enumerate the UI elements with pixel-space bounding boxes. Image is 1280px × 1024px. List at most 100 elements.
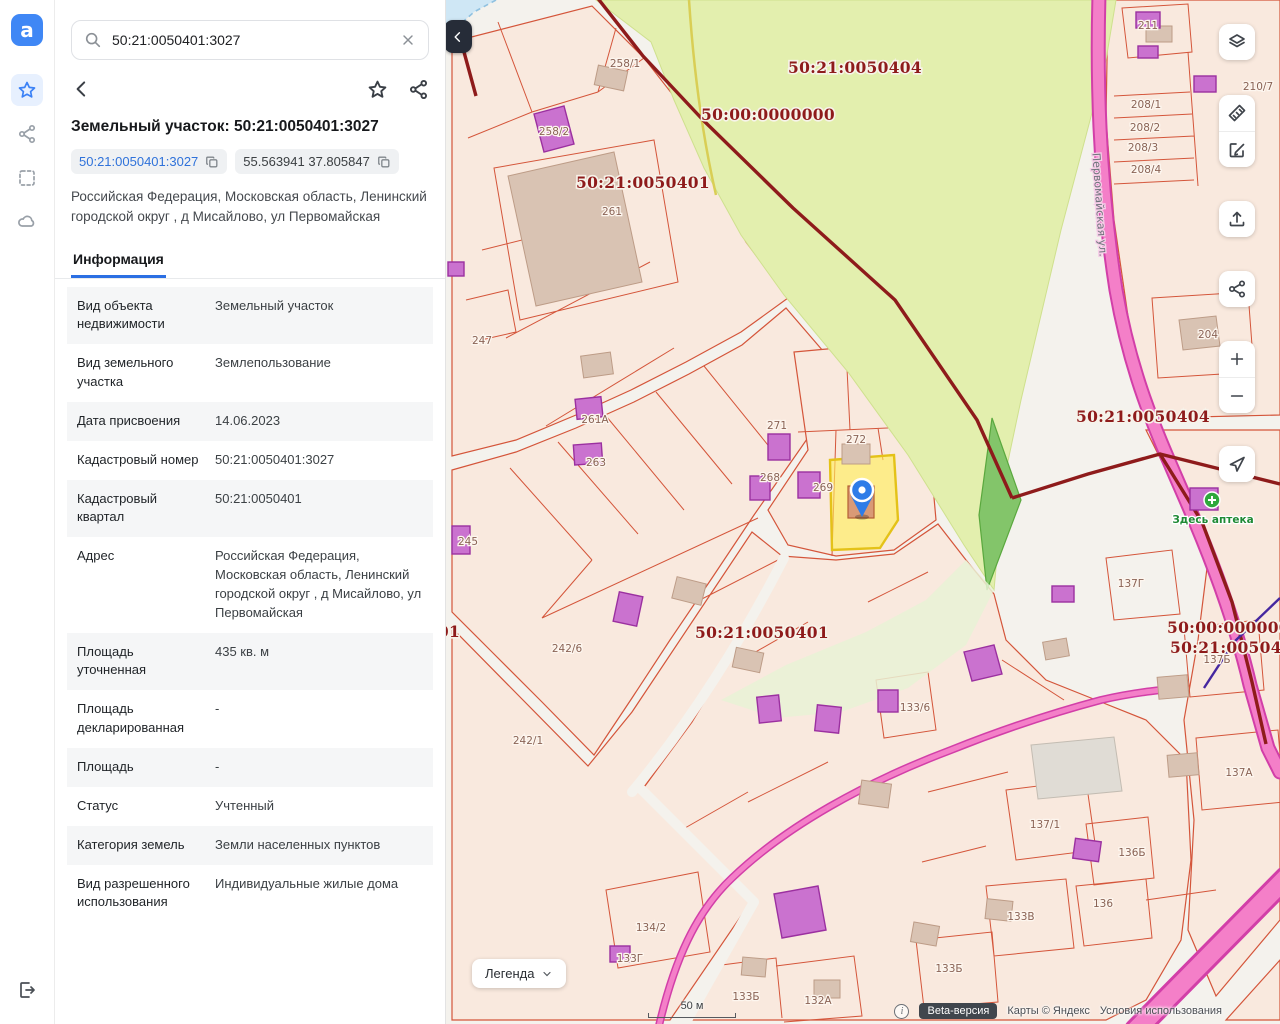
upload-icon	[1227, 209, 1247, 229]
layers-icon	[1227, 32, 1247, 52]
parcel-label: 137Б	[1203, 654, 1230, 666]
measure-button[interactable]	[1219, 95, 1255, 131]
table-row: Площадь декларированная -	[67, 690, 433, 748]
parcel-label: 136	[1093, 898, 1113, 910]
cadastral-number-chip[interactable]: 50:21:0050401:3027	[71, 149, 227, 174]
search-input[interactable]	[112, 32, 390, 48]
page-title: Земельный участок: 50:21:0050401:3027	[71, 118, 429, 136]
share-nodes-icon	[408, 79, 429, 100]
pencil-square-icon	[1227, 140, 1247, 160]
chevron-left-icon	[451, 30, 465, 44]
upload-button[interactable]	[1219, 201, 1255, 237]
quarter-label: 50:21:0050401	[576, 173, 710, 192]
info-label: Вид земельного участка	[77, 354, 205, 392]
minus-icon	[1228, 387, 1246, 405]
parcel-label: 263	[586, 457, 606, 469]
zoom-in-button[interactable]	[1219, 341, 1255, 377]
zoom-out-button[interactable]	[1219, 377, 1255, 413]
legend-label: Легенда	[485, 966, 534, 981]
parcel-label: 272	[846, 434, 866, 446]
parcel-label: 133Б	[732, 991, 759, 1003]
logo-glyph: a	[20, 20, 34, 40]
tab-bar: Информация	[55, 242, 445, 279]
clear-search-button[interactable]	[400, 32, 416, 48]
parcel-label: 211	[1138, 20, 1158, 32]
info-value: Российская Федерация, Московская область…	[215, 547, 423, 622]
table-row: Дата присвоения 14.06.2023	[67, 402, 433, 441]
info-label: Площадь уточненная	[77, 643, 205, 681]
info-label: Дата присвоения	[77, 412, 205, 431]
object-chips: 50:21:0050401:3027 55.563941 37.805847	[71, 149, 429, 174]
table-row: Площадь -	[67, 748, 433, 787]
collapse-panel-button[interactable]	[446, 20, 472, 53]
parcel-label: 258/1	[610, 58, 640, 70]
quarter-label: 50:00:0000000	[701, 105, 835, 124]
parcel-label: 134/2	[636, 922, 666, 934]
info-label: Адрес	[77, 547, 205, 622]
parcel-label: 261А	[581, 414, 609, 426]
parcel-label: 247	[472, 335, 492, 347]
parcel-label: 208/3	[1128, 142, 1158, 154]
map-copyright-link[interactable]: Карты © Яндекс	[1007, 1005, 1090, 1017]
star-icon	[17, 80, 37, 100]
app-logo[interactable]: a	[11, 14, 43, 46]
parcel-label: 208/1	[1131, 99, 1161, 111]
parcel-label: 271	[767, 420, 787, 432]
share-button[interactable]	[408, 79, 429, 100]
cadastral-number-link[interactable]: 50:21:0050401:3027	[79, 154, 198, 169]
parcel-label: 137/1	[1030, 819, 1060, 831]
sidebar-item-select-area[interactable]	[11, 162, 43, 194]
coordinates-value: 55.563941 37.805847	[243, 154, 370, 169]
map-share-button[interactable]	[1219, 271, 1255, 307]
info-value: 14.06.2023	[215, 412, 423, 431]
favorite-button[interactable]	[367, 79, 388, 100]
info-icon[interactable]	[894, 1004, 909, 1019]
chevron-down-icon	[541, 968, 553, 980]
info-value: -	[215, 700, 423, 738]
parcel-label: 261	[602, 206, 622, 218]
sidebar-item-favorites[interactable]	[11, 74, 43, 106]
parcel-label: 204	[1198, 329, 1218, 341]
parcel-label: 245	[458, 536, 478, 548]
object-header-toolbar	[71, 78, 429, 100]
plus-icon	[1228, 350, 1246, 368]
info-value: Индивидуальные жилые дома	[215, 875, 423, 913]
table-row: Адрес Российская Федерация, Московская о…	[67, 537, 433, 632]
locate-button[interactable]	[1219, 446, 1255, 482]
parcel-label: 242/1	[513, 735, 543, 747]
legend-button[interactable]: Легенда	[472, 959, 566, 988]
ruler-icon	[1227, 103, 1247, 123]
parcel-label: 133В	[1007, 911, 1034, 923]
quarter-label: 01	[446, 622, 460, 641]
object-info-panel: Земельный участок: 50:21:0050401:3027 50…	[55, 0, 446, 1024]
search-icon	[84, 31, 102, 49]
info-value: 435 кв. м	[215, 643, 423, 681]
sidebar-item-cloud[interactable]	[11, 206, 43, 238]
info-label: Кадастровый квартал	[77, 490, 205, 528]
pharmacy-poi[interactable]	[1204, 492, 1220, 508]
app-window: a	[0, 0, 1280, 1024]
parcel-label: 132А	[804, 995, 832, 1007]
copy-button[interactable]	[377, 155, 391, 169]
star-icon	[367, 79, 388, 100]
layers-button[interactable]	[1219, 24, 1255, 60]
back-button[interactable]	[71, 78, 93, 100]
draw-button[interactable]	[1219, 131, 1255, 167]
scale-text: 50 м	[681, 1000, 704, 1012]
quarter-label: 50:21:0050401	[695, 623, 829, 642]
sidebar-item-layers-share[interactable]	[11, 118, 43, 150]
terms-link[interactable]: Условия использования	[1100, 1005, 1222, 1017]
toolbar-layers-group	[1219, 24, 1255, 60]
info-label: Площадь	[77, 758, 205, 777]
map-canvas[interactable]: 50:21:005040450:00:000000050:21:00504015…	[446, 0, 1280, 1024]
quarter-label: 50:00:0000000	[1167, 618, 1280, 637]
parcel-label: 133Г	[617, 953, 643, 965]
table-row: Кадастровый квартал 50:21:0050401	[67, 480, 433, 538]
table-row: Статус Учтенный	[67, 787, 433, 826]
exit-button[interactable]	[11, 974, 43, 1006]
coordinates-chip[interactable]: 55.563941 37.805847	[235, 149, 399, 174]
copy-button[interactable]	[205, 155, 219, 169]
tab-information[interactable]: Информация	[71, 242, 166, 278]
info-table: Вид объекта недвижимости Земельный участ…	[67, 287, 433, 923]
chevron-left-icon	[71, 78, 93, 100]
